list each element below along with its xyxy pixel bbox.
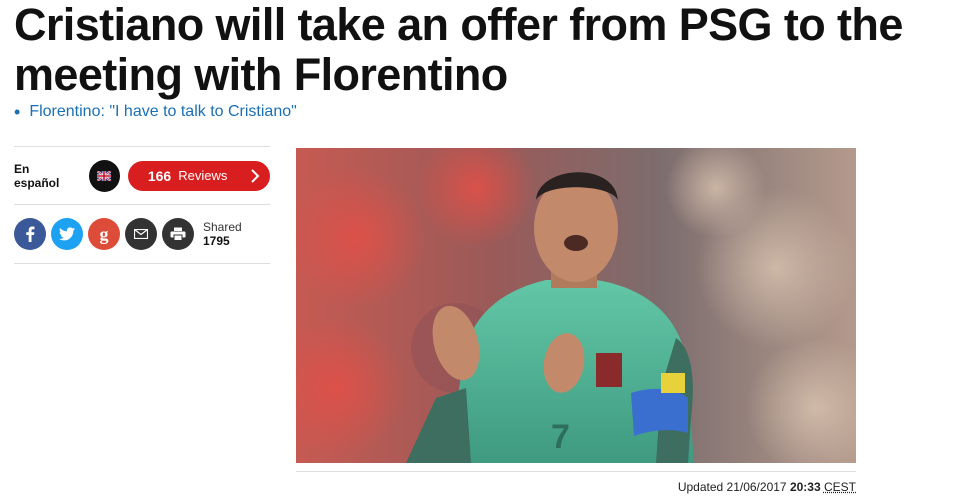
updated-date: 21/06/2017 [726, 480, 787, 494]
related-link-row: • Florentino: "I have to talk to Cristia… [14, 103, 297, 121]
share-counter: Shared 1795 [203, 220, 242, 248]
article-sidebar: En español 166 Reviews g Shared 1795 [14, 146, 270, 264]
spanish-version-button[interactable] [88, 159, 120, 192]
bullet-icon: • [14, 102, 21, 122]
facebook-share-button[interactable] [14, 218, 46, 250]
photo-divider [296, 471, 856, 472]
updated-timezone: CEST [823, 480, 856, 494]
chevron-right-icon [251, 168, 260, 183]
uk-flag-icon [97, 170, 112, 181]
updated-time: 20:33 [789, 480, 821, 494]
related-article-link[interactable]: Florentino: "I have to talk to Cristiano… [29, 103, 296, 121]
reviews-count: 166 [147, 167, 172, 184]
article-headline: Cristiano will take an offer from PSG to… [14, 0, 903, 100]
twitter-share-button[interactable] [51, 218, 83, 250]
shared-label: Shared [203, 220, 242, 234]
share-row: g Shared 1795 [14, 205, 270, 263]
reviews-button[interactable]: 166 Reviews [127, 160, 270, 191]
print-icon [170, 227, 186, 241]
updated-timestamp: Updated 21/06/2017 20:33 CEST [678, 480, 856, 494]
reviews-label: Reviews [178, 168, 228, 183]
player-photo-illustration: 7 [296, 148, 856, 463]
language-label[interactable]: En español [14, 162, 77, 190]
google-plus-icon: g [99, 224, 109, 244]
svg-text:7: 7 [551, 418, 570, 456]
twitter-icon [59, 227, 75, 241]
language-reviews-row: En español 166 Reviews [14, 147, 270, 204]
facebook-icon [26, 226, 35, 242]
email-icon [134, 229, 148, 239]
google-plus-share-button[interactable]: g [88, 218, 120, 250]
article-photo[interactable]: 7 [296, 148, 856, 463]
shared-count: 1795 [203, 234, 230, 248]
updated-label: Updated [677, 480, 724, 494]
print-button[interactable] [162, 218, 194, 250]
divider [14, 263, 270, 264]
email-share-button[interactable] [125, 218, 157, 250]
